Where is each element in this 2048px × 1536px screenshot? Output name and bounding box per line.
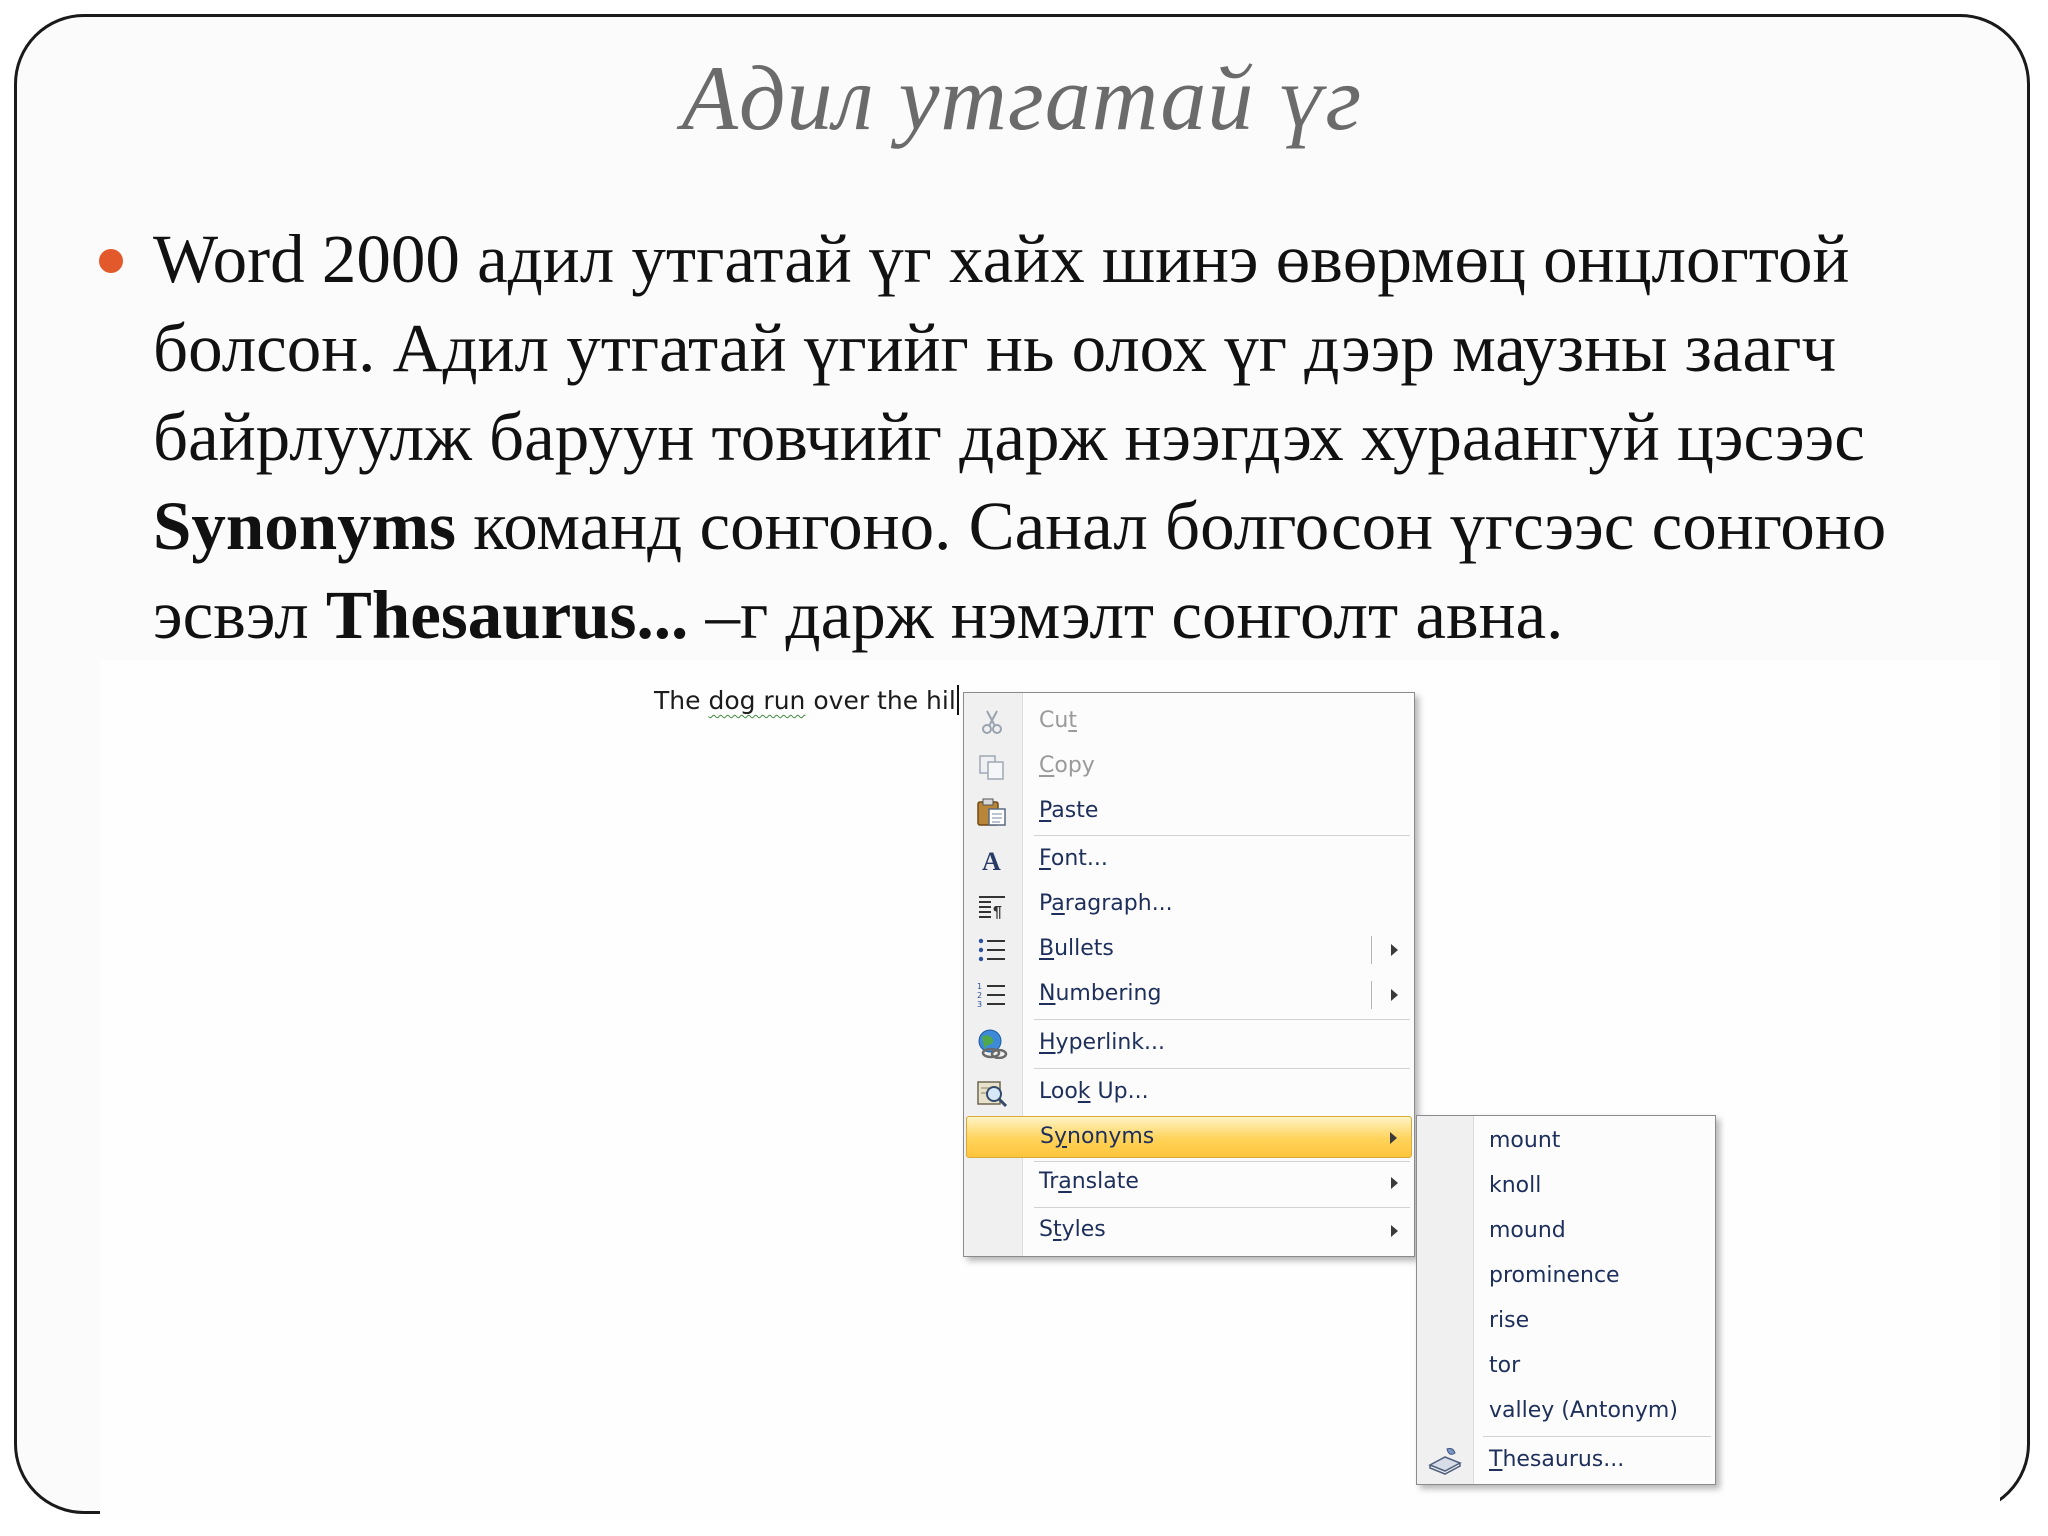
font-icon: A	[976, 844, 1008, 876]
split-divider	[1371, 981, 1372, 1009]
menu-item-synonyms[interactable]: Synonyms	[966, 1116, 1412, 1158]
menu-label-lookup: Look Up...	[1039, 1079, 1149, 1104]
synonym-item[interactable]: knoll	[1419, 1166, 1713, 1208]
paragraph-bold-synonyms: Synonyms	[153, 488, 456, 564]
synonym-item[interactable]: mound	[1419, 1211, 1713, 1253]
submenu-arrow-icon[interactable]	[1391, 944, 1398, 956]
thesaurus-icon	[1427, 1445, 1462, 1477]
menu-item-hyperlink[interactable]: Hyperlink...	[966, 1023, 1412, 1065]
submenu-arrow-icon[interactable]	[1391, 989, 1398, 1001]
doc-text-pre: The	[654, 686, 709, 715]
menu-separator	[1034, 835, 1410, 836]
synonym-label: knoll	[1489, 1173, 1542, 1198]
scissors-icon	[976, 706, 1008, 738]
context-menu: Cut Copy Paste A Font... ¶ Paragraph... …	[963, 692, 1415, 1257]
antonym-item[interactable]: valley (Antonym)	[1419, 1391, 1713, 1433]
menu-label-font: Font...	[1039, 846, 1108, 871]
menu-item-translate[interactable]: Translate	[966, 1162, 1412, 1204]
synonym-item[interactable]: prominence	[1419, 1256, 1713, 1298]
menu-label-styles: Styles	[1039, 1217, 1106, 1242]
paragraph-text-3: –г дарж нэмэлт сонголт авна.	[688, 577, 1564, 653]
slide-title: Адил утгатай үг	[681, 47, 1363, 149]
menu-label-bullets: Bullets	[1039, 936, 1114, 961]
paragraph-text-1: Word 2000 адил утгатай үг хайх шинэ өвөр…	[153, 221, 1865, 475]
thesaurus-item[interactable]: Thesaurus...	[1419, 1440, 1713, 1482]
paragraph-icon: ¶	[976, 889, 1008, 921]
menu-item-paste[interactable]: Paste	[966, 791, 1412, 833]
menu-label-paragraph: Paragraph...	[1039, 891, 1173, 916]
svg-text:3: 3	[977, 1000, 982, 1009]
synonym-label: prominence	[1489, 1263, 1620, 1288]
submenu-arrow-icon	[1391, 1177, 1398, 1189]
menu-item-paragraph[interactable]: ¶ Paragraph...	[966, 884, 1412, 926]
menu-separator	[1034, 1207, 1410, 1208]
text-caret	[956, 685, 959, 715]
menu-label-paste: Paste	[1039, 798, 1099, 823]
menu-item-font[interactable]: A Font...	[966, 839, 1412, 881]
menu-item-bullets[interactable]: Bullets	[966, 929, 1412, 971]
menu-label-synonyms: Synonyms	[1040, 1124, 1155, 1149]
menu-item-styles[interactable]: Styles	[966, 1210, 1412, 1252]
synonyms-submenu: mount knoll mound prominence rise tor va…	[1416, 1115, 1716, 1485]
submenu-arrow-icon	[1390, 1132, 1397, 1144]
synonym-item[interactable]: tor	[1419, 1346, 1713, 1388]
synonym-label: rise	[1489, 1308, 1530, 1333]
menu-separator	[1034, 1068, 1410, 1069]
numbering-icon: 123	[976, 979, 1008, 1011]
menu-label-numbering: Numbering	[1039, 981, 1162, 1006]
menu-item-lookup[interactable]: Look Up...	[966, 1072, 1412, 1114]
synonym-label: mount	[1489, 1128, 1561, 1153]
submenu-separator	[1483, 1436, 1711, 1437]
thesaurus-label: Thesaurus...	[1489, 1447, 1625, 1472]
submenu-arrow-icon	[1391, 1225, 1398, 1237]
menu-item-numbering[interactable]: 123 Numbering	[966, 974, 1412, 1016]
menu-item-cut[interactable]: Cut	[966, 701, 1412, 743]
copy-icon	[976, 751, 1008, 783]
hyperlink-icon	[976, 1028, 1008, 1060]
menu-label-copy: Copy	[1039, 753, 1095, 778]
bullets-icon	[976, 934, 1008, 966]
antonym-label: valley (Antonym)	[1489, 1398, 1678, 1423]
grammar-error-text[interactable]: dog run	[708, 686, 805, 715]
split-divider	[1371, 936, 1372, 964]
synonym-label: tor	[1489, 1353, 1521, 1378]
menu-label-hyperlink: Hyperlink...	[1039, 1030, 1165, 1055]
synonym-label: mound	[1489, 1218, 1566, 1243]
synonym-item[interactable]: rise	[1419, 1301, 1713, 1343]
slide-paragraph: Word 2000 адил утгатай үг хайх шинэ өвөр…	[153, 215, 2013, 660]
research-icon	[976, 1077, 1008, 1109]
paste-icon	[976, 796, 1008, 828]
menu-separator	[1034, 1019, 1410, 1020]
menu-item-copy[interactable]: Copy	[966, 746, 1412, 788]
svg-text:2: 2	[977, 991, 982, 1000]
bullet-dot-icon	[99, 249, 123, 273]
svg-text:¶: ¶	[993, 904, 1002, 919]
synonym-item[interactable]: mount	[1419, 1121, 1713, 1163]
menu-label-translate: Translate	[1039, 1169, 1139, 1194]
svg-text:A: A	[982, 847, 1001, 874]
menu-label-cut: Cut	[1039, 708, 1077, 733]
paragraph-bold-thesaurus: Thesaurus...	[325, 577, 689, 653]
svg-text:1: 1	[977, 982, 982, 991]
doc-text-post: over the hil	[805, 686, 956, 715]
document-text[interactable]: The dog run over the hil	[654, 685, 959, 715]
